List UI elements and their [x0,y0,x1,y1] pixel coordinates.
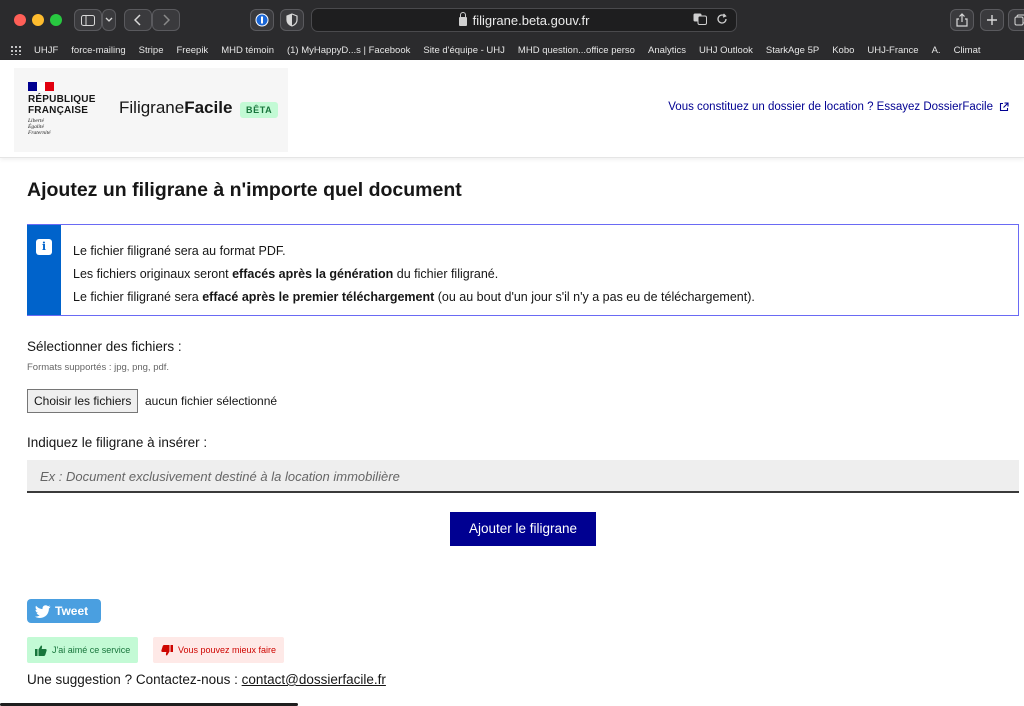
contact-email-link[interactable]: contact@dossierfacile.fr [242,672,386,687]
add-watermark-button[interactable]: Ajouter le filigrane [450,512,596,546]
bookmark-item[interactable]: UHJF [34,45,58,56]
thumbs-up-icon [35,645,47,656]
info-line-3: Le fichier filigrané sera effacé après l… [73,290,755,304]
devise-fraternite: Fraternité [28,130,51,136]
forward-button[interactable] [152,9,180,31]
back-button[interactable] [124,9,152,31]
password-manager-button[interactable] [250,9,274,31]
browser-chrome: filigrane.beta.gouv.fr UHJF force-mailin… [0,0,1024,60]
bookmark-item[interactable]: UHJ Outlook [699,45,753,56]
page-title: Ajoutez un filigrane à n'importe quel do… [27,179,462,201]
files-hint: Formats supportés : jpg, png, pdf. [27,362,170,373]
dislike-label: Vous pouvez mieux faire [178,645,277,655]
sidebar-toggle-button[interactable] [74,9,102,31]
chevron-down-icon [105,17,113,22]
contact-line: Une suggestion ? Contactez-nous : contac… [27,672,386,687]
address-bar[interactable]: filigrane.beta.gouv.fr [311,8,737,32]
bookmark-item[interactable]: A. [932,45,941,56]
bookmark-item[interactable]: Stripe [139,45,164,56]
like-label: J'ai aimé ce service [52,645,131,655]
plus-icon [987,15,997,25]
translate-icon[interactable] [693,13,707,25]
chevron-right-icon [163,14,170,26]
address-url: filigrane.beta.gouv.fr [472,12,590,28]
bookmark-item[interactable]: Climat [954,45,981,56]
bookmark-item[interactable]: Site d'équipe - UHJ [423,45,505,56]
shield-icon [286,13,298,27]
watermark-label: Indiquez le filigrane à insérer : [27,435,208,450]
maximize-window-button[interactable] [50,14,62,26]
info-notice: i Le fichier filigrané sera au format PD… [27,224,1019,316]
file-status: aucun fichier sélectionné [145,394,278,408]
thumbs-down-icon [161,644,173,655]
choose-files-button[interactable]: Choisir les fichiers [27,389,139,413]
tab-group-dropdown[interactable] [102,9,116,31]
bookmark-item[interactable]: Analytics [648,45,686,56]
beta-badge: BÊTA [240,102,279,118]
tweet-label: Tweet [55,604,89,618]
new-tab-button[interactable] [980,9,1004,31]
info-notice-text: Le fichier filigrané sera au format PDF.… [73,240,755,309]
twitter-bird-icon [35,604,51,618]
bookmark-item[interactable]: Kobo [832,45,854,56]
sidebar-icon [81,14,95,26]
service-name-regular: Filigrane [119,98,185,117]
share-icon [956,13,968,27]
service-name-bold: Facile [184,98,233,117]
service-name: FiligraneFacile [119,98,232,118]
bookmark-item[interactable]: UHJ-France [867,45,918,56]
minimize-window-button[interactable] [32,14,44,26]
close-window-button[interactable] [14,14,26,26]
watermark-input[interactable]: Ex : Document exclusivement destiné à la… [27,460,1019,493]
info-icon: i [36,239,52,255]
tweet-button[interactable]: Tweet [27,599,101,623]
info-line-1: Le fichier filigrané sera au format PDF. [73,244,286,258]
chevron-left-icon [134,14,141,26]
header-brand[interactable]: RÉPUBLIQUE FRANÇAISE Liberté Égalité Fra… [14,68,288,152]
external-link-icon [999,102,1009,112]
republique-flag-logo [28,82,55,91]
bookmark-item[interactable]: MHD question...office perso [518,45,635,56]
info-line-2: Les fichiers originaux seront effacés ap… [73,267,499,281]
address-bar-actions [693,13,728,28]
bookmark-item[interactable]: MHD témoin [221,45,274,56]
reload-icon[interactable] [716,13,728,25]
dossierfacile-link-text: Vous constituez un dossier de location ?… [668,101,993,113]
share-button[interactable] [950,9,974,31]
files-label: Sélectionner des fichiers : [27,339,182,354]
tabs-icon [1014,14,1024,26]
bookmark-item[interactable]: Freepik [177,45,209,56]
marianne-line-2: FRANÇAISE [28,105,89,116]
bookmarks-bar: UHJF force-mailing Stripe Freepik MHD té… [0,40,1024,60]
apps-grid-icon[interactable] [10,45,22,55]
browser-toolbar: filigrane.beta.gouv.fr [0,0,1024,40]
marianne-text: RÉPUBLIQUE FRANÇAISE [28,94,96,116]
site-header: RÉPUBLIQUE FRANÇAISE Liberté Égalité Fra… [0,60,1024,158]
lock-icon [458,11,467,26]
contact-text: Une suggestion ? Contactez-nous : [27,672,242,687]
1password-icon [255,13,269,27]
like-service-button[interactable]: J'ai aimé ce service [27,637,139,663]
marianne-line-1: RÉPUBLIQUE [28,94,96,105]
bookmark-item[interactable]: StarkAge 5P [766,45,819,56]
privacy-shield-button[interactable] [280,9,304,31]
dislike-service-button[interactable]: Vous pouvez mieux faire [153,637,285,663]
info-notice-bar: i [27,225,61,315]
devise: Liberté Égalité Fraternité [28,118,51,136]
dossierfacile-link[interactable]: Vous constituez un dossier de location ?… [668,101,1009,113]
bookmark-item[interactable]: (1) MyHappyD...s | Facebook [287,45,410,56]
bookmark-item[interactable]: force-mailing [71,45,125,56]
tab-overview-button[interactable] [1008,9,1024,31]
